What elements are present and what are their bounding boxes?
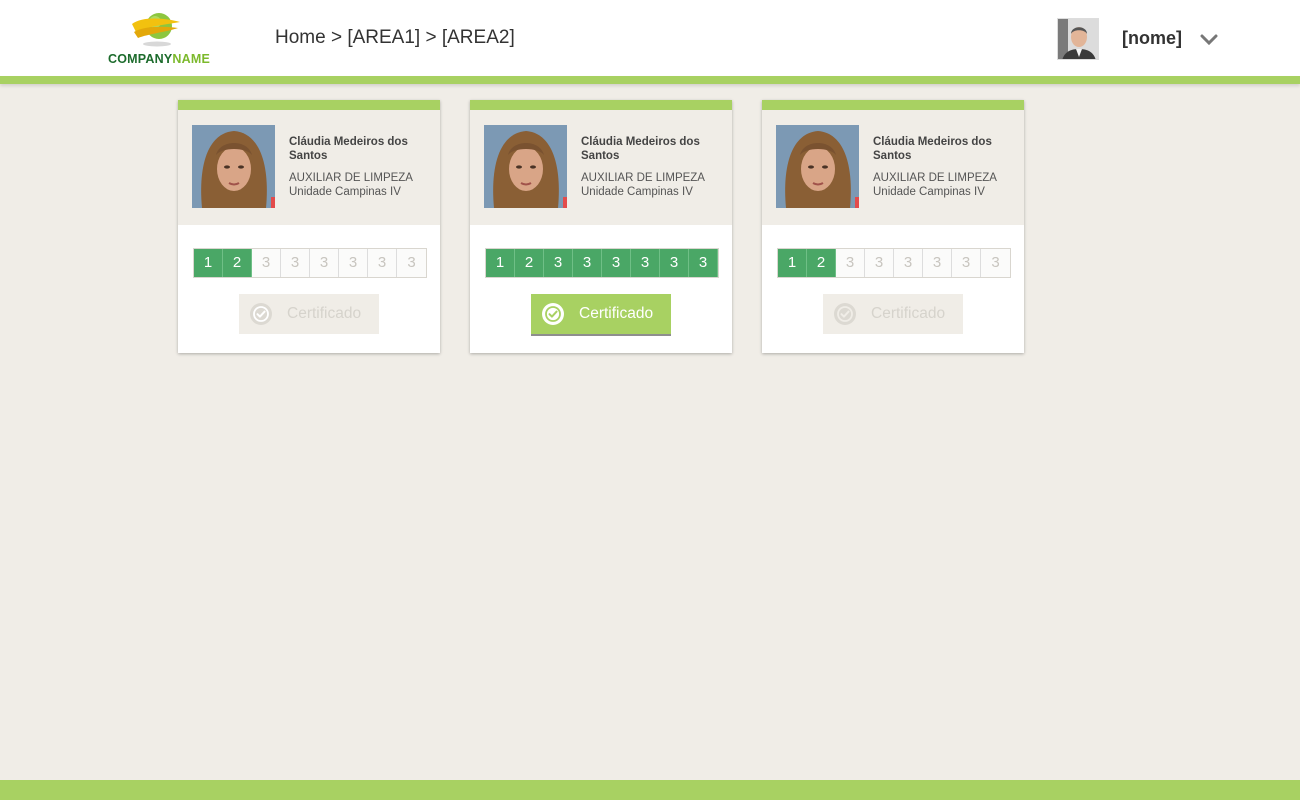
user-avatar[interactable] bbox=[1057, 18, 1099, 60]
progress-steps: 12333333 bbox=[777, 248, 1011, 278]
progress-step[interactable]: 3 bbox=[310, 249, 339, 277]
progress-step[interactable]: 3 bbox=[689, 249, 718, 277]
user-avatar-image bbox=[1058, 19, 1098, 59]
progress-step[interactable]: 3 bbox=[865, 249, 894, 277]
certificate-badge-icon bbox=[834, 303, 856, 325]
progress-step[interactable]: 3 bbox=[981, 249, 1010, 277]
globe-logo-icon bbox=[132, 13, 180, 47]
progress-step[interactable]: 3 bbox=[368, 249, 397, 277]
progress-step[interactable]: 3 bbox=[631, 249, 660, 277]
employee-card: Cláudia Medeiros dos Santos AUXILIAR DE … bbox=[762, 100, 1024, 353]
progress-step[interactable]: 3 bbox=[339, 249, 368, 277]
employee-unit: Unidade Campinas IV bbox=[289, 186, 401, 198]
employee-name: Cláudia Medeiros dos Santos bbox=[289, 136, 408, 162]
progress-step[interactable]: 1 bbox=[486, 249, 515, 277]
card-header: Cláudia Medeiros dos Santos AUXILIAR DE … bbox=[762, 110, 1024, 225]
progress-step[interactable]: 2 bbox=[223, 249, 252, 277]
logo-text-name: NAME bbox=[172, 52, 210, 66]
card-accent-bar bbox=[762, 100, 1024, 110]
employee-card: Cláudia Medeiros dos Santos AUXILIAR DE … bbox=[470, 100, 732, 353]
employee-role: AUXILIAR DE LIMPEZA bbox=[581, 172, 705, 184]
employee-photo bbox=[484, 125, 567, 208]
progress-step[interactable]: 2 bbox=[515, 249, 544, 277]
progress-step[interactable]: 3 bbox=[252, 249, 281, 277]
header-accent-bar bbox=[0, 76, 1300, 84]
progress-step[interactable]: 3 bbox=[573, 249, 602, 277]
progress-step[interactable]: 2 bbox=[807, 249, 836, 277]
employee-unit: Unidade Campinas IV bbox=[873, 186, 985, 198]
certificate-button[interactable]: Certificado bbox=[823, 294, 963, 334]
certificate-label: Certificado bbox=[871, 305, 946, 322]
progress-step[interactable]: 3 bbox=[952, 249, 981, 277]
user-name[interactable]: [nome] bbox=[1122, 28, 1182, 49]
progress-step[interactable]: 3 bbox=[544, 249, 573, 277]
card-accent-bar bbox=[178, 100, 440, 110]
header: COMPANYNAME Home > [AREA1] > [AREA2] [no… bbox=[0, 0, 1300, 76]
employee-card: Cláudia Medeiros dos Santos AUXILIAR DE … bbox=[178, 100, 440, 353]
progress-step[interactable]: 3 bbox=[894, 249, 923, 277]
employee-photo bbox=[776, 125, 859, 208]
progress-step[interactable]: 1 bbox=[194, 249, 223, 277]
employee-unit: Unidade Campinas IV bbox=[581, 186, 693, 198]
progress-step[interactable]: 1 bbox=[778, 249, 807, 277]
employee-name: Cláudia Medeiros dos Santos bbox=[581, 136, 700, 162]
progress-steps: 12333333 bbox=[485, 248, 719, 278]
breadcrumb[interactable]: Home > [AREA1] > [AREA2] bbox=[275, 27, 515, 49]
certificate-button[interactable]: Certificado bbox=[239, 294, 379, 334]
employee-role: AUXILIAR DE LIMPEZA bbox=[873, 172, 997, 184]
progress-step[interactable]: 3 bbox=[836, 249, 865, 277]
employee-role: AUXILIAR DE LIMPEZA bbox=[289, 172, 413, 184]
progress-steps: 12333333 bbox=[193, 248, 427, 278]
company-logo[interactable]: COMPANYNAME bbox=[108, 10, 212, 68]
progress-step[interactable]: 3 bbox=[660, 249, 689, 277]
card-header: Cláudia Medeiros dos Santos AUXILIAR DE … bbox=[178, 110, 440, 225]
certificate-label: Certificado bbox=[287, 305, 362, 322]
progress-step[interactable]: 3 bbox=[923, 249, 952, 277]
footer-bar bbox=[0, 780, 1300, 800]
certificate-button[interactable]: Certificado bbox=[531, 294, 671, 334]
employee-photo bbox=[192, 125, 275, 208]
certificate-badge-icon bbox=[542, 303, 564, 325]
card-header: Cláudia Medeiros dos Santos AUXILIAR DE … bbox=[470, 110, 732, 225]
certificate-label: Certificado bbox=[579, 305, 654, 322]
logo-text-company: COMPANY bbox=[108, 52, 173, 66]
employee-name: Cláudia Medeiros dos Santos bbox=[873, 136, 992, 162]
progress-step[interactable]: 3 bbox=[602, 249, 631, 277]
logo-text: COMPANYNAME bbox=[108, 52, 210, 66]
certificate-badge-icon bbox=[250, 303, 272, 325]
progress-step[interactable]: 3 bbox=[281, 249, 310, 277]
progress-step[interactable]: 3 bbox=[397, 249, 426, 277]
chevron-down-icon[interactable] bbox=[1200, 32, 1218, 48]
card-accent-bar bbox=[470, 100, 732, 110]
